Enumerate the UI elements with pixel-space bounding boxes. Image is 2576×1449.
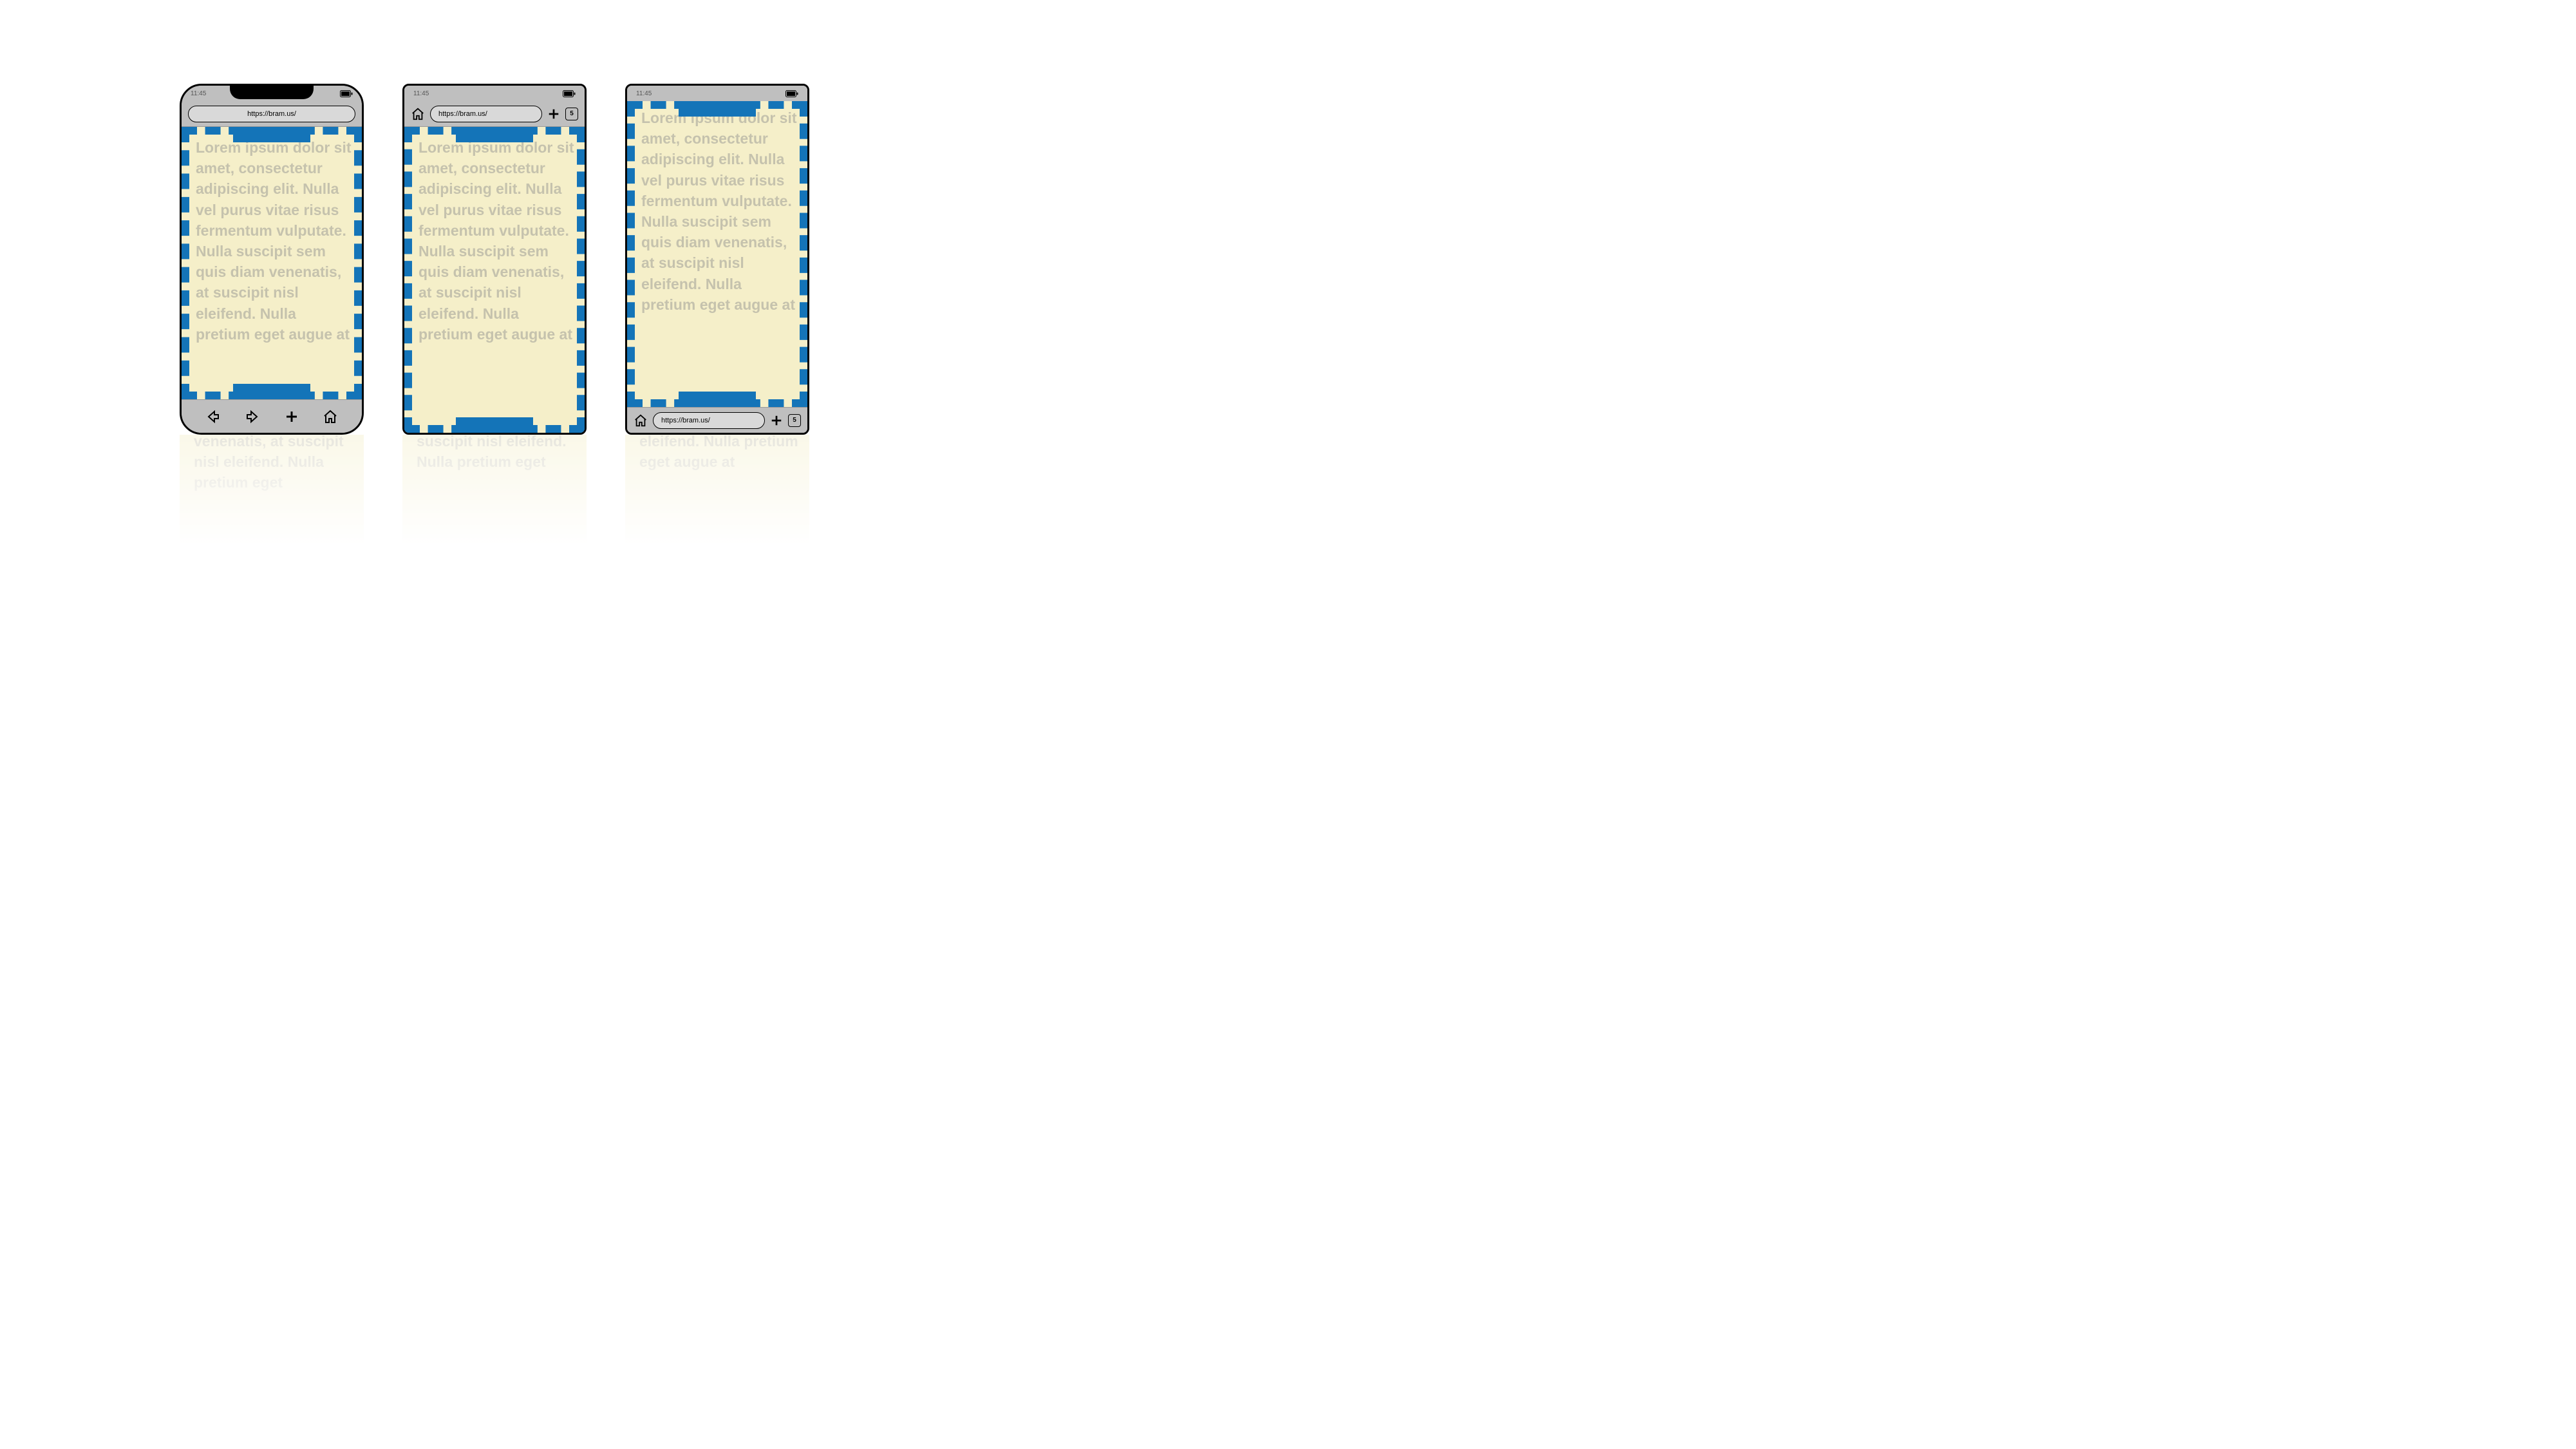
status-time: 11:45: [191, 90, 206, 97]
reflection: suscipit nisl eleifend. Nulla pretium eg…: [402, 435, 587, 602]
page-body-text: Lorem ipsum dolor sit amet, consectetur …: [196, 137, 354, 345]
status-bar: 11:45: [627, 86, 807, 101]
page-body-text: Lorem ipsum dolor sit amet, consectetur …: [641, 108, 800, 315]
home-icon[interactable]: [634, 413, 648, 428]
home-icon[interactable]: [411, 107, 425, 121]
address-bar: https://bram.us/: [182, 101, 362, 127]
page-body-text: Lorem ipsum dolor sit amet, consectetur …: [418, 137, 577, 345]
browser-viewport: Lorem ipsum dolor sit amet, consectetur …: [182, 127, 362, 399]
reflection: venenatis, at suscipit nisl eleifend. Nu…: [180, 435, 364, 602]
safe-area-bottom-marker: [679, 392, 756, 407]
battery-icon: [785, 90, 798, 97]
battery-icon: [340, 90, 353, 97]
phone-notch: [230, 84, 314, 99]
phone-frame: 11:45 https://bram.us/ 5 Lorem ipsum dol…: [402, 84, 587, 435]
status-time: 11:45: [636, 90, 652, 97]
tab-count-badge[interactable]: 5: [565, 108, 578, 120]
safe-area-top-marker: [233, 127, 310, 142]
address-bar: https://bram.us/ 5: [404, 101, 585, 127]
url-field[interactable]: https://bram.us/: [188, 106, 355, 122]
status-bar: 11:45: [404, 86, 585, 101]
status-time: 11:45: [413, 90, 429, 97]
safe-area-bottom-marker: [456, 417, 533, 433]
address-bar: https://bram.us/ 5: [627, 407, 807, 433]
phone-mockup-c: 11:45 Lorem ipsum dolor sit amet, consec…: [625, 84, 809, 435]
safe-area-bottom-marker: [233, 384, 310, 399]
phone-mockup-b: 11:45 https://bram.us/ 5 Lorem ipsum dol…: [402, 84, 587, 435]
browser-toolbar: [182, 399, 362, 433]
tab-count-badge[interactable]: 5: [788, 414, 801, 427]
safe-area-top-marker: [456, 127, 533, 142]
forward-icon[interactable]: [245, 409, 260, 424]
phone-frame: 11:45 https://bram.us/ Lorem ipsum dolor…: [180, 84, 364, 435]
safe-area-top-marker: [679, 101, 756, 117]
reflection: eleifend. Nulla pretium eget augue at: [625, 435, 809, 602]
browser-viewport: Lorem ipsum dolor sit amet, consectetur …: [627, 101, 807, 407]
new-tab-icon[interactable]: [285, 410, 299, 424]
browser-viewport: Lorem ipsum dolor sit amet, consectetur …: [404, 127, 585, 433]
back-icon[interactable]: [205, 409, 221, 424]
new-tab-icon[interactable]: [770, 414, 783, 427]
url-field[interactable]: https://bram.us/: [430, 106, 542, 122]
home-icon[interactable]: [323, 409, 338, 424]
new-tab-icon[interactable]: [547, 108, 560, 120]
phone-mockup-a: 11:45 https://bram.us/ Lorem ipsum dolor…: [180, 84, 364, 435]
battery-icon: [563, 90, 576, 97]
phone-frame: 11:45 Lorem ipsum dolor sit amet, consec…: [625, 84, 809, 435]
url-field[interactable]: https://bram.us/: [653, 412, 765, 429]
